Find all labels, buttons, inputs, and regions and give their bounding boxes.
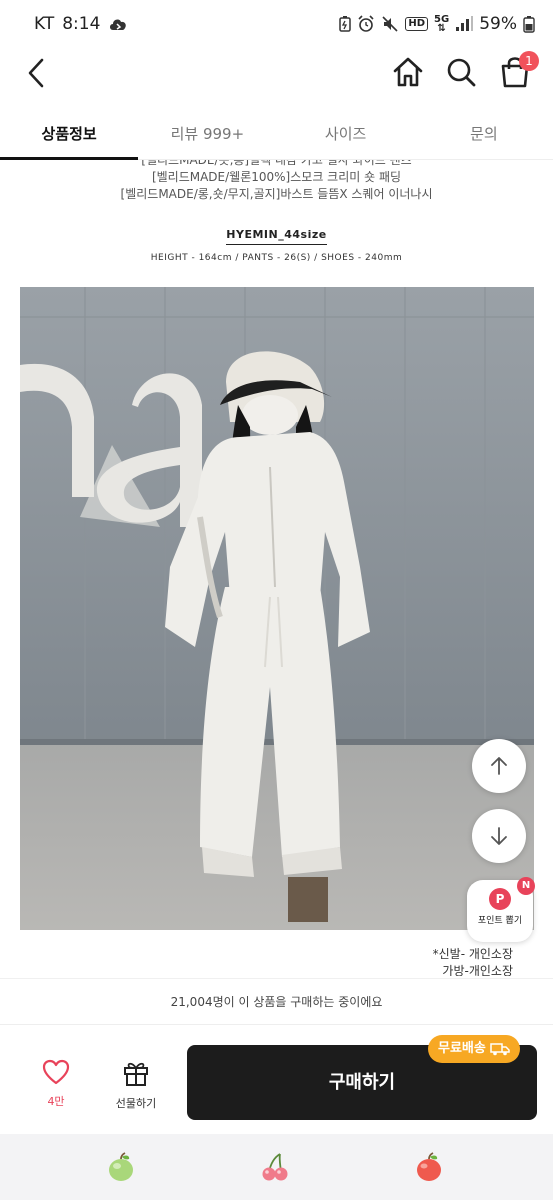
mute-icon	[382, 16, 398, 32]
model-name: HYEMIN_44size	[0, 228, 553, 245]
app-nav-bar	[0, 1134, 553, 1200]
heart-icon	[42, 1059, 70, 1085]
scroll-down-button[interactable]	[472, 809, 526, 863]
scroll-up-button[interactable]	[472, 739, 526, 793]
tab-inquiry[interactable]: 문의	[415, 108, 553, 159]
caption-line: *신발- 개인소장	[432, 947, 513, 961]
model-photo-illustration	[20, 287, 534, 930]
promo-line: [벨리드MADE/롱,숏/무지,골지]바스트 들뜸X 스퀘어 이너나시	[120, 187, 433, 201]
model-name-text: HYEMIN_44size	[226, 228, 327, 245]
product-photo	[20, 287, 534, 930]
promo-line: [벨리드MADE/숏,롱]릴렉 내감 카고 필사 와이드 팬츠	[141, 160, 412, 167]
purchase-bar: 4만 선물하기 구매하기 무료배송	[0, 1024, 553, 1134]
search-button[interactable]	[443, 54, 479, 90]
arrow-up-icon	[491, 757, 507, 775]
arrow-down-icon	[491, 827, 507, 845]
app-header: 1	[0, 48, 553, 98]
point-draw-label: 포인트 뽑기	[477, 916, 523, 926]
buyers-notice: 21,004명이 이 상품을 구매하는 중이에요	[0, 978, 553, 1024]
product-detail-content: [벨리드MADE/숏,롱]릴렉 내감 카고 필사 와이드 팬츠 [벨리드MADE…	[0, 160, 553, 976]
tab-product-info[interactable]: 상품정보	[0, 108, 139, 160]
promo-line: [벨리드MADE/웰론100%]스모크 크리미 숏 패딩	[151, 170, 402, 184]
gift-icon	[124, 1062, 148, 1086]
back-arrow-icon	[28, 58, 44, 88]
back-button[interactable]	[22, 56, 52, 90]
caption-line: 가방-개인소장	[442, 964, 513, 976]
product-tabs: 상품정보 리뷰 999+ 사이즈 문의	[0, 108, 553, 160]
green-apple-icon	[109, 1152, 133, 1181]
point-icon: P	[489, 888, 511, 910]
signal-icon	[456, 16, 474, 31]
search-icon	[447, 58, 476, 87]
network-type-label: 5G	[434, 14, 450, 25]
nav-green-apple[interactable]	[104, 1150, 138, 1184]
cart-count-badge: 1	[519, 51, 539, 71]
status-left: KT 8:14	[34, 14, 128, 34]
alarm-icon	[358, 15, 374, 32]
tab-reviews[interactable]: 리뷰 999+	[138, 108, 276, 159]
red-apple-icon	[417, 1152, 441, 1181]
cherry-icon	[262, 1153, 288, 1181]
battery-icon	[523, 16, 535, 33]
photo-caption: *신발- 개인소장 가방-개인소장	[433, 946, 513, 976]
status-bar: KT 8:14 HD 5G ⇅ 59%	[0, 0, 553, 48]
point-draw-button[interactable]: P 포인트 뽑기 N	[467, 877, 535, 942]
home-button[interactable]	[390, 54, 426, 90]
nav-cherry[interactable]	[258, 1150, 292, 1184]
status-right: HD 5G ⇅ 59%	[339, 14, 535, 34]
hd-badge: HD	[405, 17, 429, 31]
gift-button[interactable]: 선물하기	[108, 1059, 164, 1111]
like-button[interactable]: 4만	[30, 1059, 82, 1109]
model-info: HEIGHT - 164cm / PANTS - 26(S) / SHOES -…	[150, 253, 403, 263]
time-label: 8:14	[62, 14, 101, 34]
truck-icon	[490, 1043, 510, 1056]
carrier-label: KT	[34, 14, 55, 34]
cart-button[interactable]: 1	[497, 51, 539, 90]
free-shipping-label: 무료배송	[438, 1041, 486, 1056]
new-badge: N	[517, 877, 535, 895]
home-icon	[393, 57, 423, 87]
nav-red-apple[interactable]	[412, 1150, 446, 1184]
tab-size[interactable]: 사이즈	[277, 108, 415, 159]
free-shipping-badge: 무료배송	[428, 1035, 520, 1063]
network-type: 5G ⇅	[434, 14, 450, 34]
cloud-icon	[110, 19, 127, 30]
gift-label: 선물하기	[115, 1097, 157, 1110]
battery-saver-icon	[339, 16, 352, 32]
like-count: 4만	[47, 1095, 65, 1108]
battery-percent: 59%	[479, 14, 517, 34]
